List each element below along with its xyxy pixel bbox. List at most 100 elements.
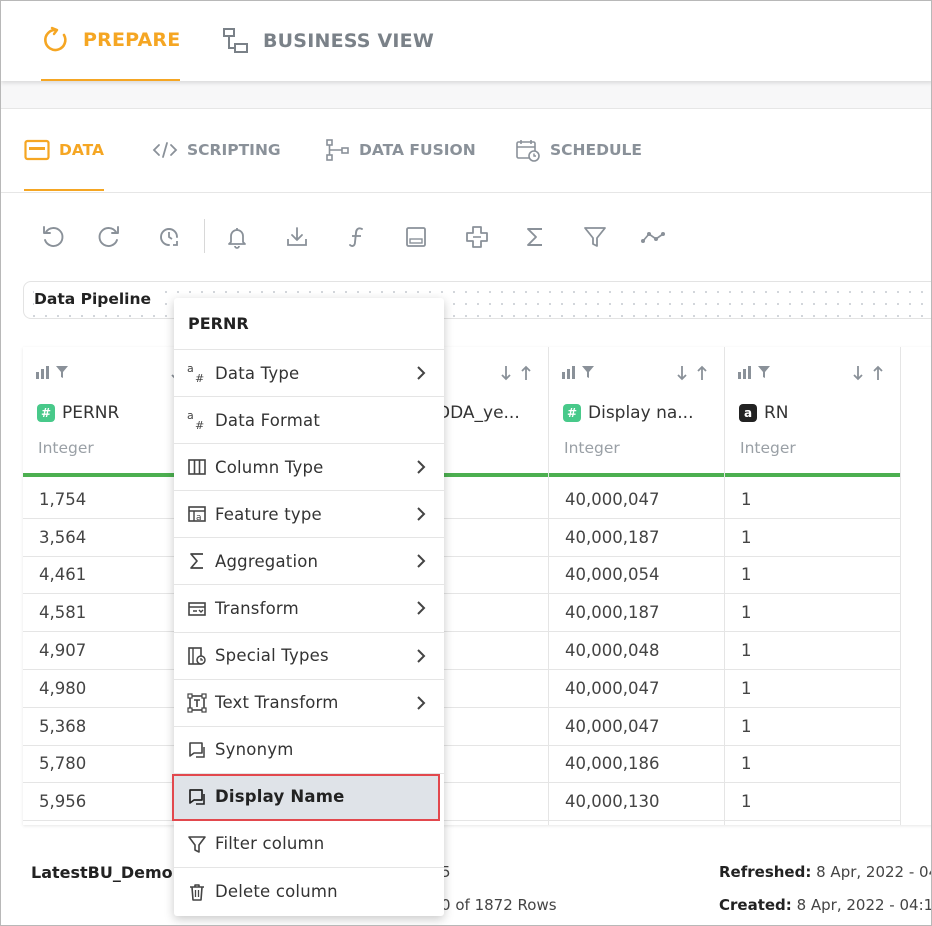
- redo-icon[interactable]: [95, 223, 123, 251]
- menu-item-synonym[interactable]: Synonym: [174, 727, 444, 774]
- column-name: # PERNR: [37, 403, 119, 423]
- svg-text:#: #: [195, 419, 204, 431]
- filter-icon[interactable]: [55, 365, 69, 379]
- menu-item-label: Special Types: [215, 646, 329, 666]
- column-header[interactable]: a RN Integer: [725, 347, 900, 477]
- sort-desc-icon[interactable]: [676, 365, 688, 381]
- refreshed-value: 8 Apr, 2022 - 04:20: [816, 863, 931, 881]
- rows-of-text: of: [455, 896, 470, 914]
- tab-prepare[interactable]: PREPARE: [41, 1, 181, 81]
- history-icon[interactable]: [155, 223, 183, 251]
- column-display-name[interactable]: # Display na... Integer 40,000,047 40,00…: [549, 347, 725, 825]
- table-cell[interactable]: 40,000,186: [549, 746, 724, 784]
- menu-item-text-transform[interactable]: Text Transform: [174, 680, 444, 727]
- chevron-right-icon: [417, 648, 426, 663]
- column-header[interactable]: # Display na... Integer: [549, 347, 724, 477]
- table-cell[interactable]: 40,000,054: [549, 557, 724, 595]
- table-cell[interactable]: 1: [725, 746, 900, 784]
- sort-desc-icon[interactable]: [852, 365, 864, 381]
- table-cell[interactable]: 40,000,048: [549, 632, 724, 670]
- column-rows: 40,000,047 40,000,187 40,000,054 40,000,…: [549, 481, 724, 822]
- tab-business-view[interactable]: BUSINESS VIEW: [221, 1, 434, 81]
- tab-schedule[interactable]: SCHEDULE: [514, 138, 642, 191]
- plus-cross-icon[interactable]: [463, 223, 491, 251]
- table-cell[interactable]: 40,000,187: [549, 594, 724, 633]
- menu-item-data-type[interactable]: a # Data Type: [174, 350, 444, 398]
- table-cell[interactable]: 4,461: [23, 557, 198, 595]
- special-types-icon: [186, 645, 208, 667]
- table-cell[interactable]: 4,980: [23, 670, 198, 708]
- fusion-icon: [323, 138, 351, 162]
- bar-chart-icon[interactable]: [561, 365, 577, 379]
- column-pernr[interactable]: # PERNR Integer 1,754 3,564 4,461 4,581 …: [23, 347, 199, 825]
- bar-chart-icon[interactable]: [35, 365, 51, 379]
- filter-icon[interactable]: [757, 365, 771, 379]
- table-cell[interactable]: 1: [725, 670, 900, 708]
- created-info: Created: 8 Apr, 2022 - 04:18pm: [719, 896, 931, 914]
- sort-desc-icon[interactable]: [500, 365, 512, 381]
- table-cell[interactable]: 4,907: [23, 632, 198, 670]
- svg-text:#: #: [195, 372, 204, 384]
- menu-item-label: Data Type: [215, 363, 300, 383]
- tab-scripting[interactable]: SCRIPTING: [151, 141, 281, 191]
- table-cell[interactable]: 1: [725, 632, 900, 670]
- data-pipeline-bar[interactable]: Data Pipeline: [23, 281, 931, 319]
- undo-icon[interactable]: [39, 223, 67, 251]
- trash-icon: [186, 881, 208, 903]
- menu-item-column-type[interactable]: Column Type: [174, 444, 444, 492]
- column-rows: 1 1 1 1 1 1 1 1 1: [725, 481, 900, 822]
- sort-asc-icon[interactable]: [520, 365, 532, 381]
- menu-item-display-name[interactable]: Display Name: [172, 773, 440, 821]
- bar-chart-icon[interactable]: [737, 365, 753, 379]
- menu-item-label: Column Type: [215, 457, 324, 477]
- tab-data[interactable]: DATA: [24, 139, 104, 191]
- menu-item-aggregation[interactable]: Aggregation: [174, 538, 444, 586]
- table-cell[interactable]: 40,000,130: [549, 783, 724, 822]
- menu-item-transform[interactable]: Transform: [174, 585, 444, 633]
- row-count: 0 of 1872 Rows: [441, 896, 557, 914]
- table-cell[interactable]: 3,564: [23, 519, 198, 557]
- table-cell[interactable]: 40,000,047: [549, 708, 724, 746]
- filter-icon[interactable]: [581, 223, 609, 251]
- menu-item-feature-type[interactable]: a Feature type: [174, 491, 444, 539]
- table-cell[interactable]: 1: [725, 594, 900, 633]
- menu-item-label: Transform: [215, 599, 299, 619]
- sort-asc-icon[interactable]: [872, 365, 884, 381]
- tab-data-label: DATA: [58, 141, 104, 159]
- storage-icon[interactable]: [402, 223, 430, 251]
- table-cell[interactable]: 4,581: [23, 594, 198, 633]
- integer-type-icon: #: [37, 404, 55, 422]
- table-cell[interactable]: 5,368: [23, 708, 198, 746]
- sort-asc-icon[interactable]: [696, 365, 708, 381]
- menu-item-delete-column[interactable]: Delete column: [174, 868, 444, 915]
- tab-prepare-label: PREPARE: [83, 29, 181, 51]
- data-type-icon: a #: [186, 362, 208, 384]
- table-cell[interactable]: 1,754: [23, 481, 198, 519]
- svg-text:a: a: [187, 362, 194, 375]
- graph-icon[interactable]: [639, 223, 667, 251]
- table-cell[interactable]: 1: [725, 708, 900, 746]
- table-cell[interactable]: 40,000,047: [549, 670, 724, 708]
- table-cell[interactable]: 40,000,047: [549, 481, 724, 519]
- table-cell[interactable]: 1: [725, 557, 900, 595]
- code-icon: [151, 138, 179, 162]
- table-cell[interactable]: 1: [725, 481, 900, 519]
- toolbar: [1, 213, 931, 259]
- column-header[interactable]: # PERNR Integer: [23, 347, 198, 477]
- download-icon[interactable]: [283, 223, 311, 251]
- toolbar-divider: [204, 219, 205, 253]
- menu-item-filter-column[interactable]: Filter column: [174, 821, 444, 869]
- tab-data-fusion[interactable]: DATA FUSION: [323, 138, 476, 191]
- table-cell[interactable]: 40,000,187: [549, 519, 724, 557]
- menu-item-label: Data Format: [215, 410, 320, 430]
- menu-item-special-types[interactable]: Special Types: [174, 633, 444, 680]
- table-cell[interactable]: 1: [725, 519, 900, 557]
- menu-item-data-format[interactable]: a # Data Format: [174, 397, 444, 445]
- calendar-icon: [514, 138, 542, 162]
- column-rn[interactable]: a RN Integer 1 1 1 1 1 1 1 1 1: [725, 347, 901, 825]
- filter-icon[interactable]: [581, 365, 595, 379]
- table-cell[interactable]: 1: [725, 783, 900, 822]
- bell-icon[interactable]: [223, 223, 251, 251]
- function-icon[interactable]: [343, 223, 371, 251]
- sigma-icon[interactable]: [521, 223, 549, 251]
